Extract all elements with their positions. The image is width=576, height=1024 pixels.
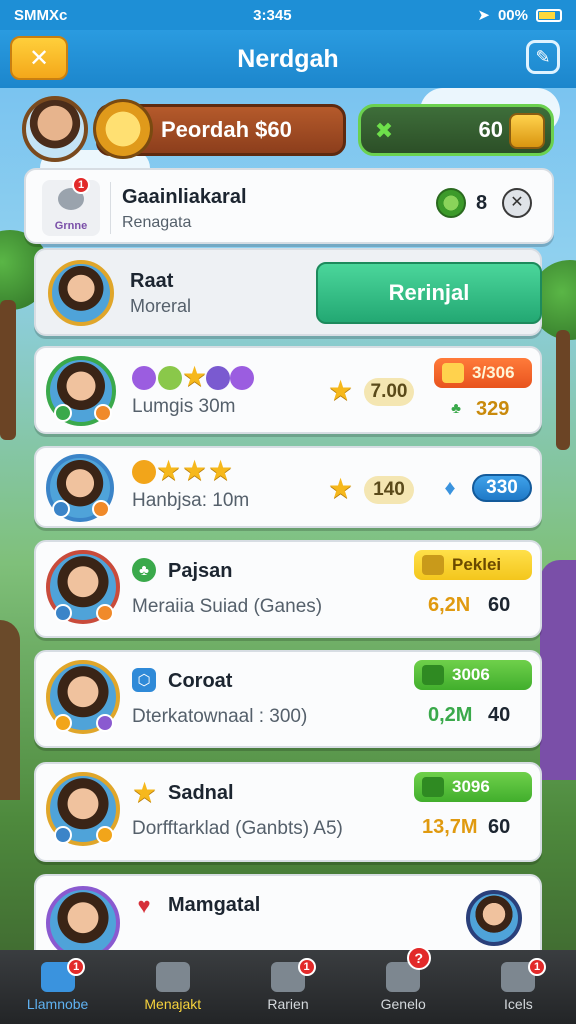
list-item[interactable]: ★ Sadnal Dorfftarklad (Ganbts) A5) 3096 … [34,762,542,862]
friend-count: 8 [476,192,488,214]
nav-item-4[interactable]: Icels 1 [461,950,576,1024]
chest-icon [442,363,464,383]
score-value: 6,2N [428,594,471,616]
clover-icon: ♣ [451,399,461,417]
featured-action-button[interactable]: Rerinjal [316,262,542,324]
star-icon: ★ [156,455,182,486]
notification-badge: 1 [528,958,547,976]
gem-balance-value: 60 [478,117,503,142]
notification-badge: 1 [297,958,316,976]
friend-name: Raat [130,270,174,292]
notification-badge: ? [406,946,431,970]
battery-icon [535,8,562,22]
notification-badge: 1 [72,176,90,194]
row-subtitle: Meraiia Suiad (Ganes) [132,596,323,617]
list-item[interactable]: ⬡ Coroat Dterkatownaal : 300) 3006 0,2M … [34,650,542,748]
reward-tag[interactable]: Peklei [414,550,532,580]
avatar [46,886,120,960]
list-item[interactable]: ★ ★ ★ Hanbjsa: 10m ★ 140 ♦ 330 [34,446,542,528]
list-item[interactable]: ♥ Mamgatal [34,874,542,960]
level-value: 60 [488,594,511,616]
star-icon: ★ [328,473,354,504]
heart-icon: ♥ [137,893,151,918]
coin-balance[interactable]: Peordah $60 [93,99,346,159]
divider [110,182,111,234]
star-icon: ★ [132,777,158,808]
edit-button[interactable]: ✎ [526,40,560,74]
gem-icon [230,366,254,390]
reward-tag[interactable]: 3006 [414,660,532,690]
close-circle-icon[interactable]: ✕ [502,188,532,218]
battery-percent: 00% [497,6,528,24]
list-item[interactable]: ♣ Pajsan Meraiia Suiad (Ganes) Peklei 6,… [34,540,542,638]
player-avatar[interactable] [22,96,88,162]
coin-icon [93,99,153,159]
chest-icon [422,665,444,685]
star-icon: ★ [182,455,208,486]
star-icon: ★ [182,361,208,392]
friend-name: Mamgatal [168,894,261,916]
chest-icon [422,555,444,575]
secondary-value[interactable]: 330 [472,474,532,502]
app-header: ✕ Nerdgah ✎ [0,30,576,88]
list-header-card: Grnne 1 Gaainliakaral Renagata 8 ✕ [24,168,554,244]
star-value: 7.00 [364,378,414,406]
pencil-icon: ✎ [535,46,551,67]
gem-icon [206,366,230,390]
close-icon: ✕ [28,44,50,72]
gem-icon [158,366,182,390]
list-item[interactable]: ★ Lumgis 30m ★ 7.00 3/306 ♣ 329 [34,346,542,434]
friend-subtitle: Moreral [130,296,192,316]
friend-name: Sadnal [168,782,234,804]
bottom-navigation: Llamnobe 1 Menajakt Rarien 1 Genelo ? Ic… [0,946,576,1024]
diamond-icon: ♦ [444,475,456,500]
nav-item-3[interactable]: Genelo ? [346,946,461,1024]
avatar [48,260,114,326]
page-title: Nerdgah [237,44,339,73]
coin-balance-label: Peordah $60 [161,117,292,142]
row-subtitle: Hanbjsa: 10m [132,490,250,511]
list-title: Gaainliakaral [122,186,247,208]
secondary-value: 329 [476,398,510,420]
gold-stack-icon [509,113,545,149]
row-subtitle: Dorfftarklad (Ganbts) A5) [132,818,343,839]
friend-name: Pajsan [168,560,233,582]
level-value: 60 [488,816,511,838]
nav-item-0[interactable]: Llamnobe 1 [0,950,115,1024]
featured-friend-card[interactable]: Raat Moreral Rerinjal [34,248,542,336]
friend-name: Coroat [168,670,233,692]
chest-icon [422,777,444,797]
carrier-label: SMMXc [14,6,68,24]
gem-icon [132,366,156,390]
house-icon [155,962,190,992]
status-bar: SMMXc 3:345 ➤ 00% [0,0,576,30]
star-icon: ★ [208,455,234,486]
gem-balance[interactable]: ✖ 60 [358,104,554,156]
coin-icon [132,460,156,484]
row-subtitle: Dterkatownaal : 300) [132,706,308,727]
friends-panel: Grnne 1 Gaainliakaral Renagata 8 ✕ Raat … [22,166,556,960]
level-value: 40 [488,704,511,726]
score-value: 13,7M [422,816,478,838]
friends-icon[interactable]: Grnne [42,180,100,236]
star-value: 140 [364,476,414,504]
clock: 3:345 [253,6,292,24]
row-subtitle: Lumgis 30m [132,396,236,417]
back-button[interactable]: ✕ [10,36,68,80]
notification-badge: 1 [67,958,86,976]
location-icon: ➤ [477,7,490,24]
nav-item-1[interactable]: Menajakt [115,950,230,1024]
score-value: 0,2M [428,704,473,726]
avatar[interactable] [466,890,522,946]
reward-tag[interactable]: 3/306 [434,358,532,388]
list-subtitle: Renagata [122,214,192,231]
reward-tag[interactable]: 3096 [414,772,532,802]
clover-icon [436,188,466,218]
leaf-icon: ♣ [132,558,156,582]
gem-icon: ✖ [374,118,394,143]
nav-item-2[interactable]: Rarien 1 [230,950,345,1024]
resource-bar: Peordah $60 ✖ 60 [22,96,558,162]
star-icon: ★ [328,375,354,406]
shield-icon: ⬡ [132,668,156,692]
